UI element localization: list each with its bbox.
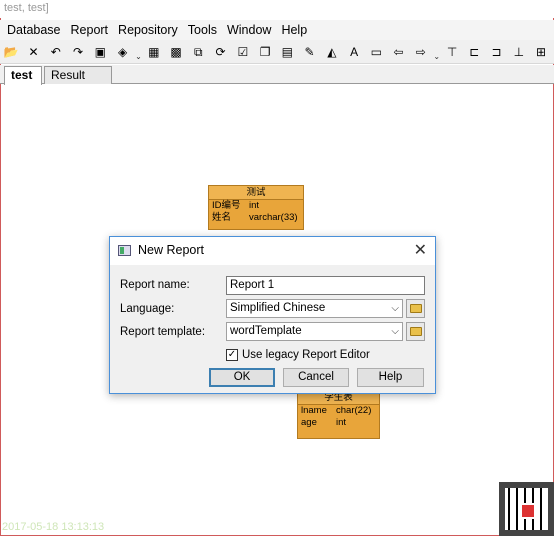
toolbar-dropdown-icon[interactable]: ⌄	[433, 43, 440, 61]
tab-bar: test Result List	[0, 65, 554, 98]
legacy-editor-option[interactable]: ✓ Use legacy Report Editor	[226, 349, 370, 361]
tab-test[interactable]: test	[4, 66, 42, 85]
brush-icon[interactable]: ✎	[300, 42, 319, 61]
menu-window[interactable]: Window	[222, 20, 276, 40]
menu-report[interactable]: Report	[66, 20, 114, 40]
column-name: 姓名	[212, 212, 232, 223]
toolbar: 📂 ✕ ↶ ↷ ▣ ◈ ⌄ ▦ ▩ ⧉ ⟳ ☑ ❐ ▤ ✎ ◭ A ▭ ⇦ ⇨ ⌄ ⊤ ⊏ ⊐ ⊥ ⊞	[0, 40, 554, 64]
folder-icon	[409, 327, 422, 336]
report-window-icon	[118, 245, 131, 256]
redo-icon[interactable]: ↷	[69, 42, 88, 61]
copy-icon[interactable]: ❐	[256, 42, 275, 61]
align-top-icon[interactable]: ⊤	[443, 42, 462, 61]
column-type: char(22)	[336, 405, 372, 416]
font-color-icon[interactable]: A	[345, 42, 364, 61]
window-title: test, test]	[0, 0, 554, 18]
language-select[interactable]: Simplified Chinese ⌵	[226, 299, 403, 318]
table-row: 姓名 varchar(33)	[209, 212, 303, 224]
compare-icon[interactable]: ⧉	[189, 42, 208, 61]
align-left-icon[interactable]: ⊏	[465, 42, 484, 61]
delete-icon[interactable]: ✕	[24, 42, 43, 61]
new-report-dialog: New Report ✕ Report name: Report 1 Langu…	[109, 236, 436, 394]
menu-tools[interactable]: Tools	[183, 20, 222, 40]
refresh-icon[interactable]: ⟳	[211, 42, 230, 61]
fill-icon[interactable]: ◭	[323, 42, 342, 61]
report-name-label: Report name:	[120, 279, 190, 291]
menu-database[interactable]: Database	[2, 20, 66, 40]
column-type: int	[336, 417, 347, 428]
align-right-icon[interactable]: ⊐	[487, 42, 506, 61]
table-entity-test[interactable]: 测试 ID编号 int 姓名 varchar(33)	[208, 185, 304, 230]
qr-code-image	[499, 482, 554, 536]
report-template-label: Report template:	[120, 326, 206, 338]
report-name-input[interactable]: Report 1	[226, 276, 425, 295]
align-center-icon[interactable]: ⊞	[532, 42, 551, 61]
column-name: ID编号	[212, 200, 241, 211]
properties-icon[interactable]: ▣	[91, 42, 110, 61]
tab-result-list[interactable]: Result List	[44, 66, 112, 98]
column-type: int	[249, 200, 260, 211]
ok-button[interactable]: OK	[209, 368, 275, 387]
legacy-editor-label: Use legacy Report Editor	[242, 349, 370, 361]
undo-icon[interactable]: ↶	[47, 42, 66, 61]
folder-icon	[409, 304, 422, 313]
toolbar-dropdown-icon[interactable]: ⌄	[135, 43, 142, 61]
legacy-editor-checkbox[interactable]: ✓	[226, 349, 238, 361]
chevron-down-icon: ⌵	[391, 326, 399, 337]
language-selected-value: Simplified Chinese	[230, 302, 326, 314]
template-browse-button[interactable]	[406, 322, 425, 341]
new-model-icon[interactable]: ▦	[145, 42, 164, 61]
language-label: Language:	[120, 303, 175, 315]
menubar: Database Report Repository Tools Window …	[0, 20, 554, 40]
dialog-title: New Report	[138, 243, 204, 257]
help-button[interactable]: Help	[357, 368, 424, 387]
database-icon[interactable]: ▩	[167, 42, 186, 61]
arrow-right-icon[interactable]: ⇨	[412, 42, 431, 61]
table-row: age int	[298, 417, 379, 429]
column-name: age	[301, 417, 317, 428]
dialog-titlebar: New Report ✕	[110, 237, 435, 265]
report-template-select[interactable]: wordTemplate ⌵	[226, 322, 403, 341]
column-name: lname	[301, 405, 327, 416]
column-type: varchar(33)	[249, 212, 298, 223]
table-row: lname char(22)	[298, 405, 379, 417]
menu-repository[interactable]: Repository	[113, 20, 183, 40]
cancel-button[interactable]: Cancel	[283, 368, 349, 387]
table-entity-student[interactable]: 学生表 lname char(22) age int	[297, 390, 380, 439]
grid-icon[interactable]: ▤	[278, 42, 297, 61]
open-icon[interactable]: 📂	[2, 42, 21, 61]
table-title: 测试	[209, 186, 303, 200]
chevron-down-icon: ⌵	[391, 303, 399, 314]
align-bottom-icon[interactable]: ⊥	[510, 42, 529, 61]
template-selected-value: wordTemplate	[230, 325, 302, 337]
image-icon[interactable]: ▭	[367, 42, 386, 61]
language-browse-button[interactable]	[406, 299, 425, 318]
close-icon[interactable]: ✕	[414, 240, 427, 260]
find-icon[interactable]: ◈	[113, 42, 132, 61]
check-icon[interactable]: ☑	[234, 42, 253, 61]
table-row: ID编号 int	[209, 200, 303, 212]
menu-help[interactable]: Help	[276, 20, 312, 40]
arrow-left-icon[interactable]: ⇦	[389, 42, 408, 61]
timestamp-watermark: 2017-05-18 13:13:13	[2, 521, 105, 533]
